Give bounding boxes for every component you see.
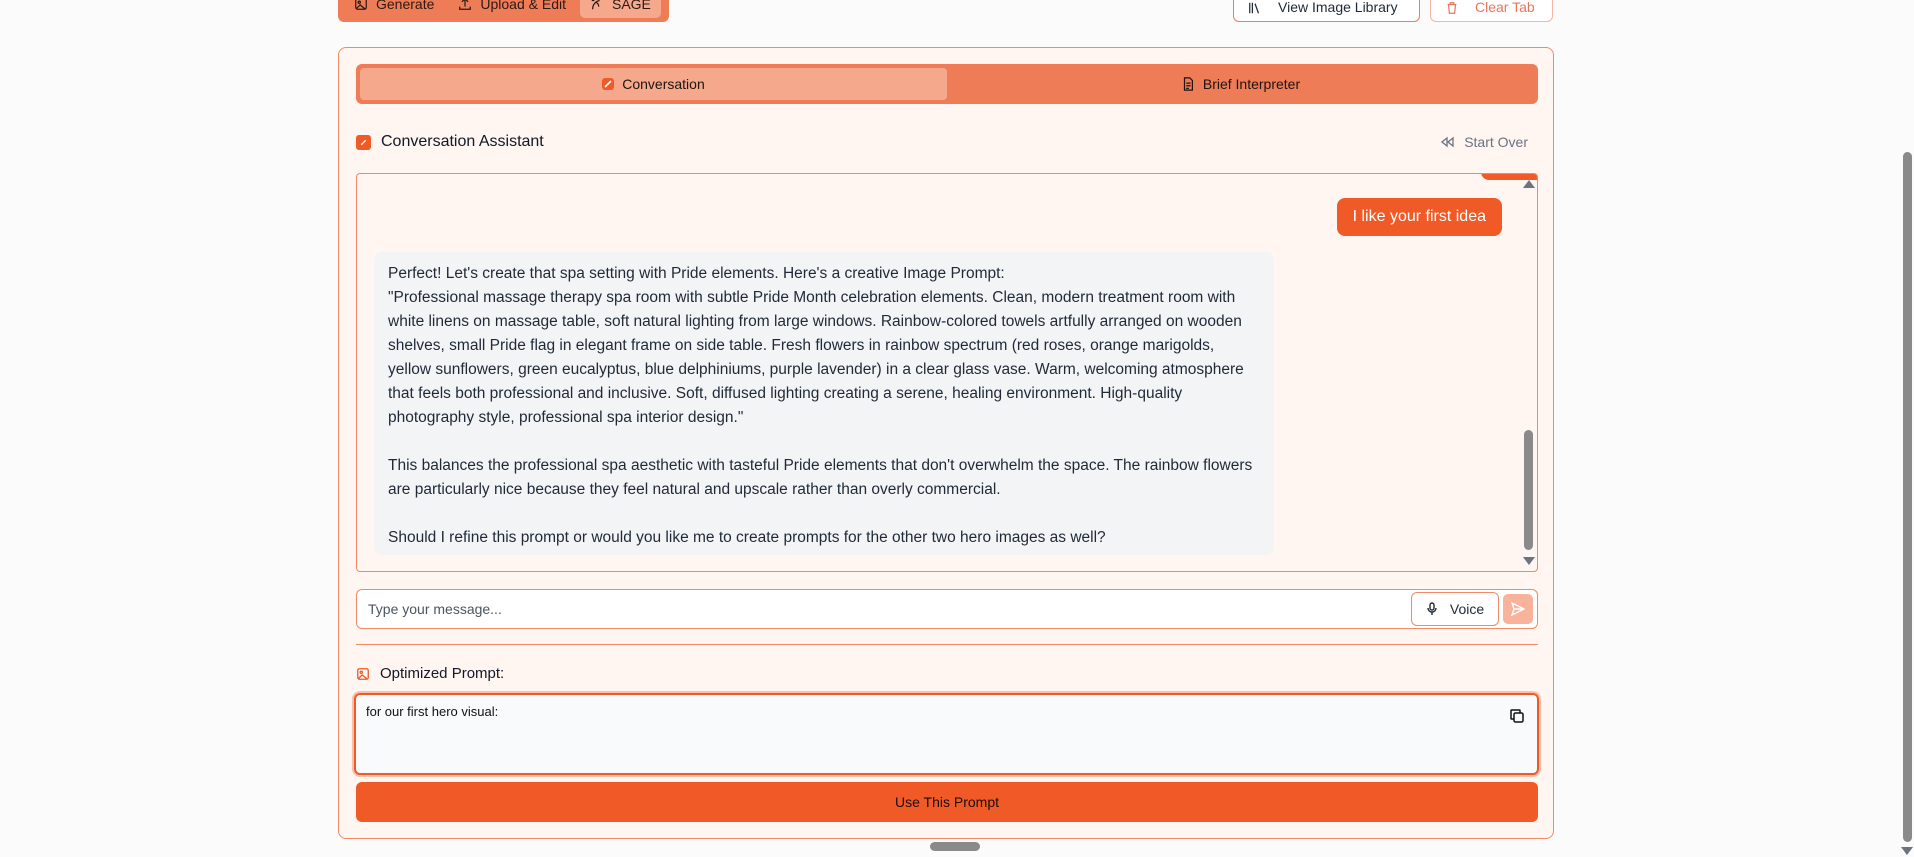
tab-brief-interpreter-label: Brief Interpreter [1202,76,1301,92]
horizontal-scroll-thumb[interactable] [930,842,980,851]
optimized-prompt-header: Optimized Prompt: [356,665,504,682]
scroll-up-arrow-icon[interactable] [1523,180,1535,188]
tab-brief-interpreter[interactable]: Brief Interpreter [947,68,1534,100]
library-icon [1249,2,1260,14]
sage-panel: Conversation Brief Interpreter Conversat… [338,47,1554,839]
page-scroll-down-icon[interactable] [1901,847,1913,855]
send-icon [1511,602,1525,616]
assistant-message-paragraph: Should I refine this prompt or would you… [388,529,1106,546]
view-image-library-label: View Image Library [1278,0,1398,15]
assistant-title: Conversation Assistant [381,133,544,150]
tab-generate-label: Generate [376,0,435,12]
user-message: I like your first idea [1336,198,1502,236]
image-icon [355,0,367,10]
optimized-prompt-label: Optimized Prompt: [380,665,505,682]
tab-upload-edit[interactable]: Upload & Edit [448,0,576,18]
clear-tab-label: Clear Tab [1475,0,1535,15]
copy-icon[interactable] [1509,708,1525,724]
app-mode-tabs: Generate Upload & Edit SAGE [338,0,669,22]
chat-icon [602,78,615,90]
message-composer: Voice [356,589,1538,629]
message-input[interactable] [357,601,1411,617]
assistant-intro: Perfect! Let's create that spa setting w… [388,265,1005,282]
assistant-header: Conversation Assistant Start Over [356,130,1538,154]
tab-sage[interactable]: SAGE [579,0,661,18]
assistant-message-paragraph: This balances the professional spa aesth… [388,457,1253,498]
use-this-prompt-button[interactable]: Use This Prompt [356,782,1538,822]
tab-upload-edit-label: Upload & Edit [480,0,566,12]
assistant-image-prompt: "Professional massage therapy spa room w… [388,289,1244,426]
send-button[interactable] [1503,594,1533,624]
upload-icon [459,0,472,10]
scroll-down-arrow-icon[interactable] [1523,557,1535,565]
section-divider [356,644,1538,645]
page-scrollbar[interactable] [1900,0,1914,857]
optimized-prompt-field[interactable]: for our first hero visual: [354,693,1539,775]
sage-icon [591,0,600,10]
chat-history[interactable]: I like your first idea Perfect! Let's cr… [356,173,1538,572]
assistant-message-paragraph: Perfect! Let's create that spa setting w… [388,262,1260,430]
tab-conversation[interactable]: Conversation [360,68,947,100]
start-over-label: Start Over [1464,134,1528,150]
document-icon [1183,77,1193,91]
rewind-icon [1441,136,1454,148]
start-over-button[interactable]: Start Over [1440,134,1538,150]
optimized-prompt-text: for our first hero visual: [366,704,499,719]
image-icon [357,667,369,680]
voice-button[interactable]: Voice [1411,592,1499,626]
mode-tabs: Conversation Brief Interpreter [356,64,1538,104]
page-scroll-thumb[interactable] [1903,152,1912,842]
microphone-icon [1427,602,1437,615]
tab-sage-label: SAGE [611,0,651,12]
clear-tab-button[interactable]: Clear Tab [1430,0,1553,22]
trash-icon [1447,2,1457,14]
tab-generate[interactable]: Generate [344,0,444,18]
chat-icon [356,134,371,150]
chat-scroll-thumb[interactable] [1524,430,1533,550]
chat-scrollbar[interactable] [1521,176,1535,569]
assistant-message: Perfect! Let's create that spa setting w… [374,252,1274,555]
tab-conversation-label: Conversation [622,76,705,92]
voice-label: Voice [1449,601,1485,617]
view-image-library-button[interactable]: View Image Library [1233,0,1420,22]
